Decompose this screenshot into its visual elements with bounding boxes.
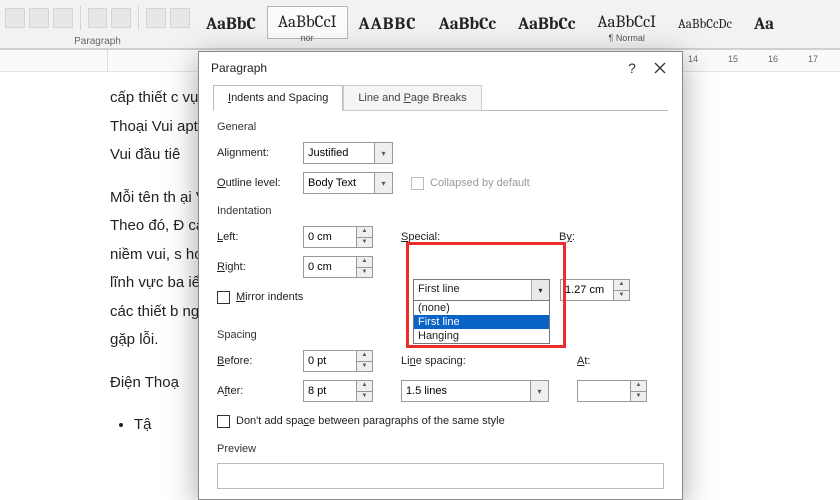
tab-line-page-breaks[interactable]: Line and Page Breaks: [343, 85, 481, 111]
at-label: At:: [577, 355, 590, 367]
mirror-indents-checkbox[interactable]: Mirror indents: [217, 291, 303, 304]
by-spinner[interactable]: ▲▼: [560, 279, 630, 301]
left-indent-spinner[interactable]: ▲▼: [303, 226, 373, 248]
styles-gallery[interactable]: AaBbC AaBbCcI nor AABBC AaBbCc AaBbCc Aa…: [195, 0, 840, 48]
line-spacing-combo[interactable]: ▾: [401, 380, 549, 402]
number-list-icon[interactable]: [29, 8, 49, 28]
close-button[interactable]: [646, 58, 674, 78]
chevron-down-icon[interactable]: ▾: [531, 280, 549, 300]
section-indentation: Indentation: [217, 205, 664, 217]
after-label: After:: [217, 385, 303, 397]
tab-indents-spacing[interactable]: IIndents and Spacingndents and Spacing: [213, 85, 343, 111]
bullet-list-icon[interactable]: [5, 8, 25, 28]
increase-indent-icon[interactable]: [111, 8, 131, 28]
option-none[interactable]: (none): [414, 301, 549, 315]
right-indent-label: Right:: [217, 261, 303, 273]
line-spacing-label: Line spacing:: [401, 355, 466, 367]
section-general: General: [217, 121, 664, 133]
option-hanging[interactable]: Hanging: [414, 329, 549, 343]
preview-pane: [217, 463, 664, 489]
style-more[interactable]: Aa: [743, 8, 785, 41]
ribbon-group-label: Paragraph: [0, 36, 195, 48]
option-first-line[interactable]: First line: [414, 315, 549, 329]
special-label: Special:: [401, 231, 440, 243]
right-indent-spinner[interactable]: ▲▼: [303, 256, 373, 278]
dialog-title: Paragraph: [211, 61, 267, 75]
before-label: Before:: [217, 355, 303, 367]
paragraph-dialog: Paragraph ? IIndents and Spacingndents a…: [198, 51, 683, 500]
style-title[interactable]: AABBC: [348, 8, 428, 41]
outline-combo[interactable]: ▾: [303, 172, 393, 194]
show-marks-icon[interactable]: [170, 8, 190, 28]
collapsed-checkbox: Collapsed by default: [411, 177, 530, 190]
style-heading1[interactable]: AaBbC: [195, 8, 267, 41]
chevron-down-icon[interactable]: ▾: [375, 142, 393, 164]
alignment-label: Alignment:: [217, 147, 303, 159]
by-label: By:: [559, 231, 575, 243]
special-combo[interactable]: First line ▾: [413, 279, 550, 301]
help-button[interactable]: ?: [618, 56, 646, 80]
paragraph-group-buttons: [0, 0, 195, 36]
style-caption[interactable]: AaBbCcDc: [667, 10, 743, 39]
before-spinner[interactable]: ▲▼: [303, 350, 373, 372]
at-spinner[interactable]: ▲▼: [577, 380, 647, 402]
left-indent-label: Left:: [217, 231, 303, 243]
style-heading2[interactable]: AaBbCc: [428, 8, 507, 41]
decrease-indent-icon[interactable]: [88, 8, 108, 28]
alignment-combo[interactable]: ▾: [303, 142, 393, 164]
chevron-down-icon[interactable]: ▾: [375, 172, 393, 194]
multilevel-list-icon[interactable]: [53, 8, 73, 28]
outline-label: Outline level:: [217, 177, 303, 189]
dont-add-space-checkbox[interactable]: Don't add space between paragraphs of th…: [217, 415, 505, 428]
after-spinner[interactable]: ▲▼: [303, 380, 373, 402]
style-heading3[interactable]: AaBbCc: [507, 8, 586, 41]
special-dropdown-list[interactable]: (none) First line Hanging: [413, 300, 550, 344]
sort-icon[interactable]: [146, 8, 166, 28]
section-preview: Preview: [217, 443, 664, 455]
